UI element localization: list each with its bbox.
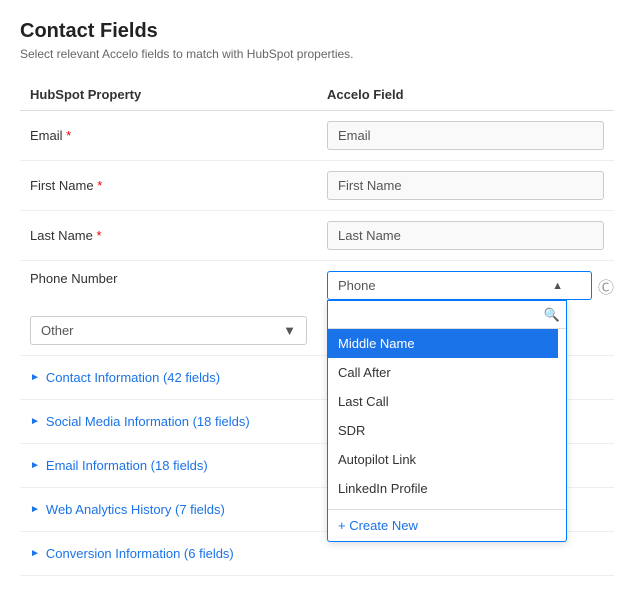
other-dropdown[interactable]: Other ▼ — [30, 316, 307, 345]
arrow-right-icon: ► — [30, 372, 40, 383]
list-item[interactable]: Autopilot Link — [328, 445, 558, 474]
page-title: Contact Fields — [20, 20, 614, 43]
list-item[interactable]: Call After — [328, 358, 558, 387]
accelo-lastname-input[interactable] — [327, 221, 604, 250]
phone-accelo-select[interactable]: Phone ▲ — [327, 271, 592, 300]
cancel-icon[interactable]: Ⓒ — [598, 274, 614, 298]
arrow-right-icon: ► — [30, 416, 40, 427]
accelo-email-input[interactable] — [327, 121, 604, 150]
phone-dropdown: 🔍 Middle Name Call After Last Call SDR A… — [327, 300, 567, 542]
dropdown-search-wrapper: 🔍 — [328, 301, 566, 329]
col-accelo-header: Accelo Field — [317, 79, 614, 111]
dropdown-list: Middle Name Call After Last Call SDR Aut… — [328, 329, 566, 509]
list-item[interactable]: Middle Name — [328, 329, 558, 358]
hubspot-field-lastname: Last Name * — [30, 228, 102, 243]
hubspot-field-phone: Phone Number — [30, 271, 117, 286]
table-row: First Name * — [20, 161, 614, 211]
table-row: Email * — [20, 111, 614, 161]
create-new-button[interactable]: + Create New — [328, 509, 566, 541]
list-item[interactable]: Last Call — [328, 387, 558, 416]
dropdown-search-input[interactable] — [334, 305, 544, 324]
list-item[interactable]: LinkedIn Profile — [328, 474, 558, 503]
hubspot-field-firstname: First Name * — [30, 178, 102, 193]
sidebar-item-conversion-info[interactable]: ► Conversion Information (6 fields) — [30, 542, 604, 565]
section-label: Contact Information (42 fields) — [46, 370, 220, 385]
phone-select-value: Phone — [338, 278, 376, 293]
other-dropdown-value: Other — [41, 323, 74, 338]
section-label: Conversion Information (6 fields) — [46, 546, 234, 561]
arrow-right-icon: ► — [30, 460, 40, 471]
arrow-right-icon: ► — [30, 504, 40, 515]
arrow-right-icon: ► — [30, 548, 40, 559]
list-item[interactable]: SDR — [328, 416, 558, 445]
chevron-up-icon: ▲ — [552, 280, 563, 292]
table-row-phone: Phone Number Other ▼ Phone ▲ — [20, 261, 614, 356]
search-icon: 🔍 — [544, 307, 560, 323]
section-label: Web Analytics History (7 fields) — [46, 502, 225, 517]
section-label: Social Media Information (18 fields) — [46, 414, 250, 429]
list-item[interactable]: SQL — [328, 503, 558, 509]
page-subtitle: Select relevant Accelo fields to match w… — [20, 47, 614, 61]
table-row: Last Name * — [20, 211, 614, 261]
col-hubspot-header: HubSpot Property — [20, 79, 317, 111]
accelo-firstname-input[interactable] — [327, 171, 604, 200]
chevron-down-icon: ▼ — [283, 323, 296, 338]
hubspot-field-email: Email * — [30, 128, 71, 143]
section-label: Email Information (18 fields) — [46, 458, 208, 473]
